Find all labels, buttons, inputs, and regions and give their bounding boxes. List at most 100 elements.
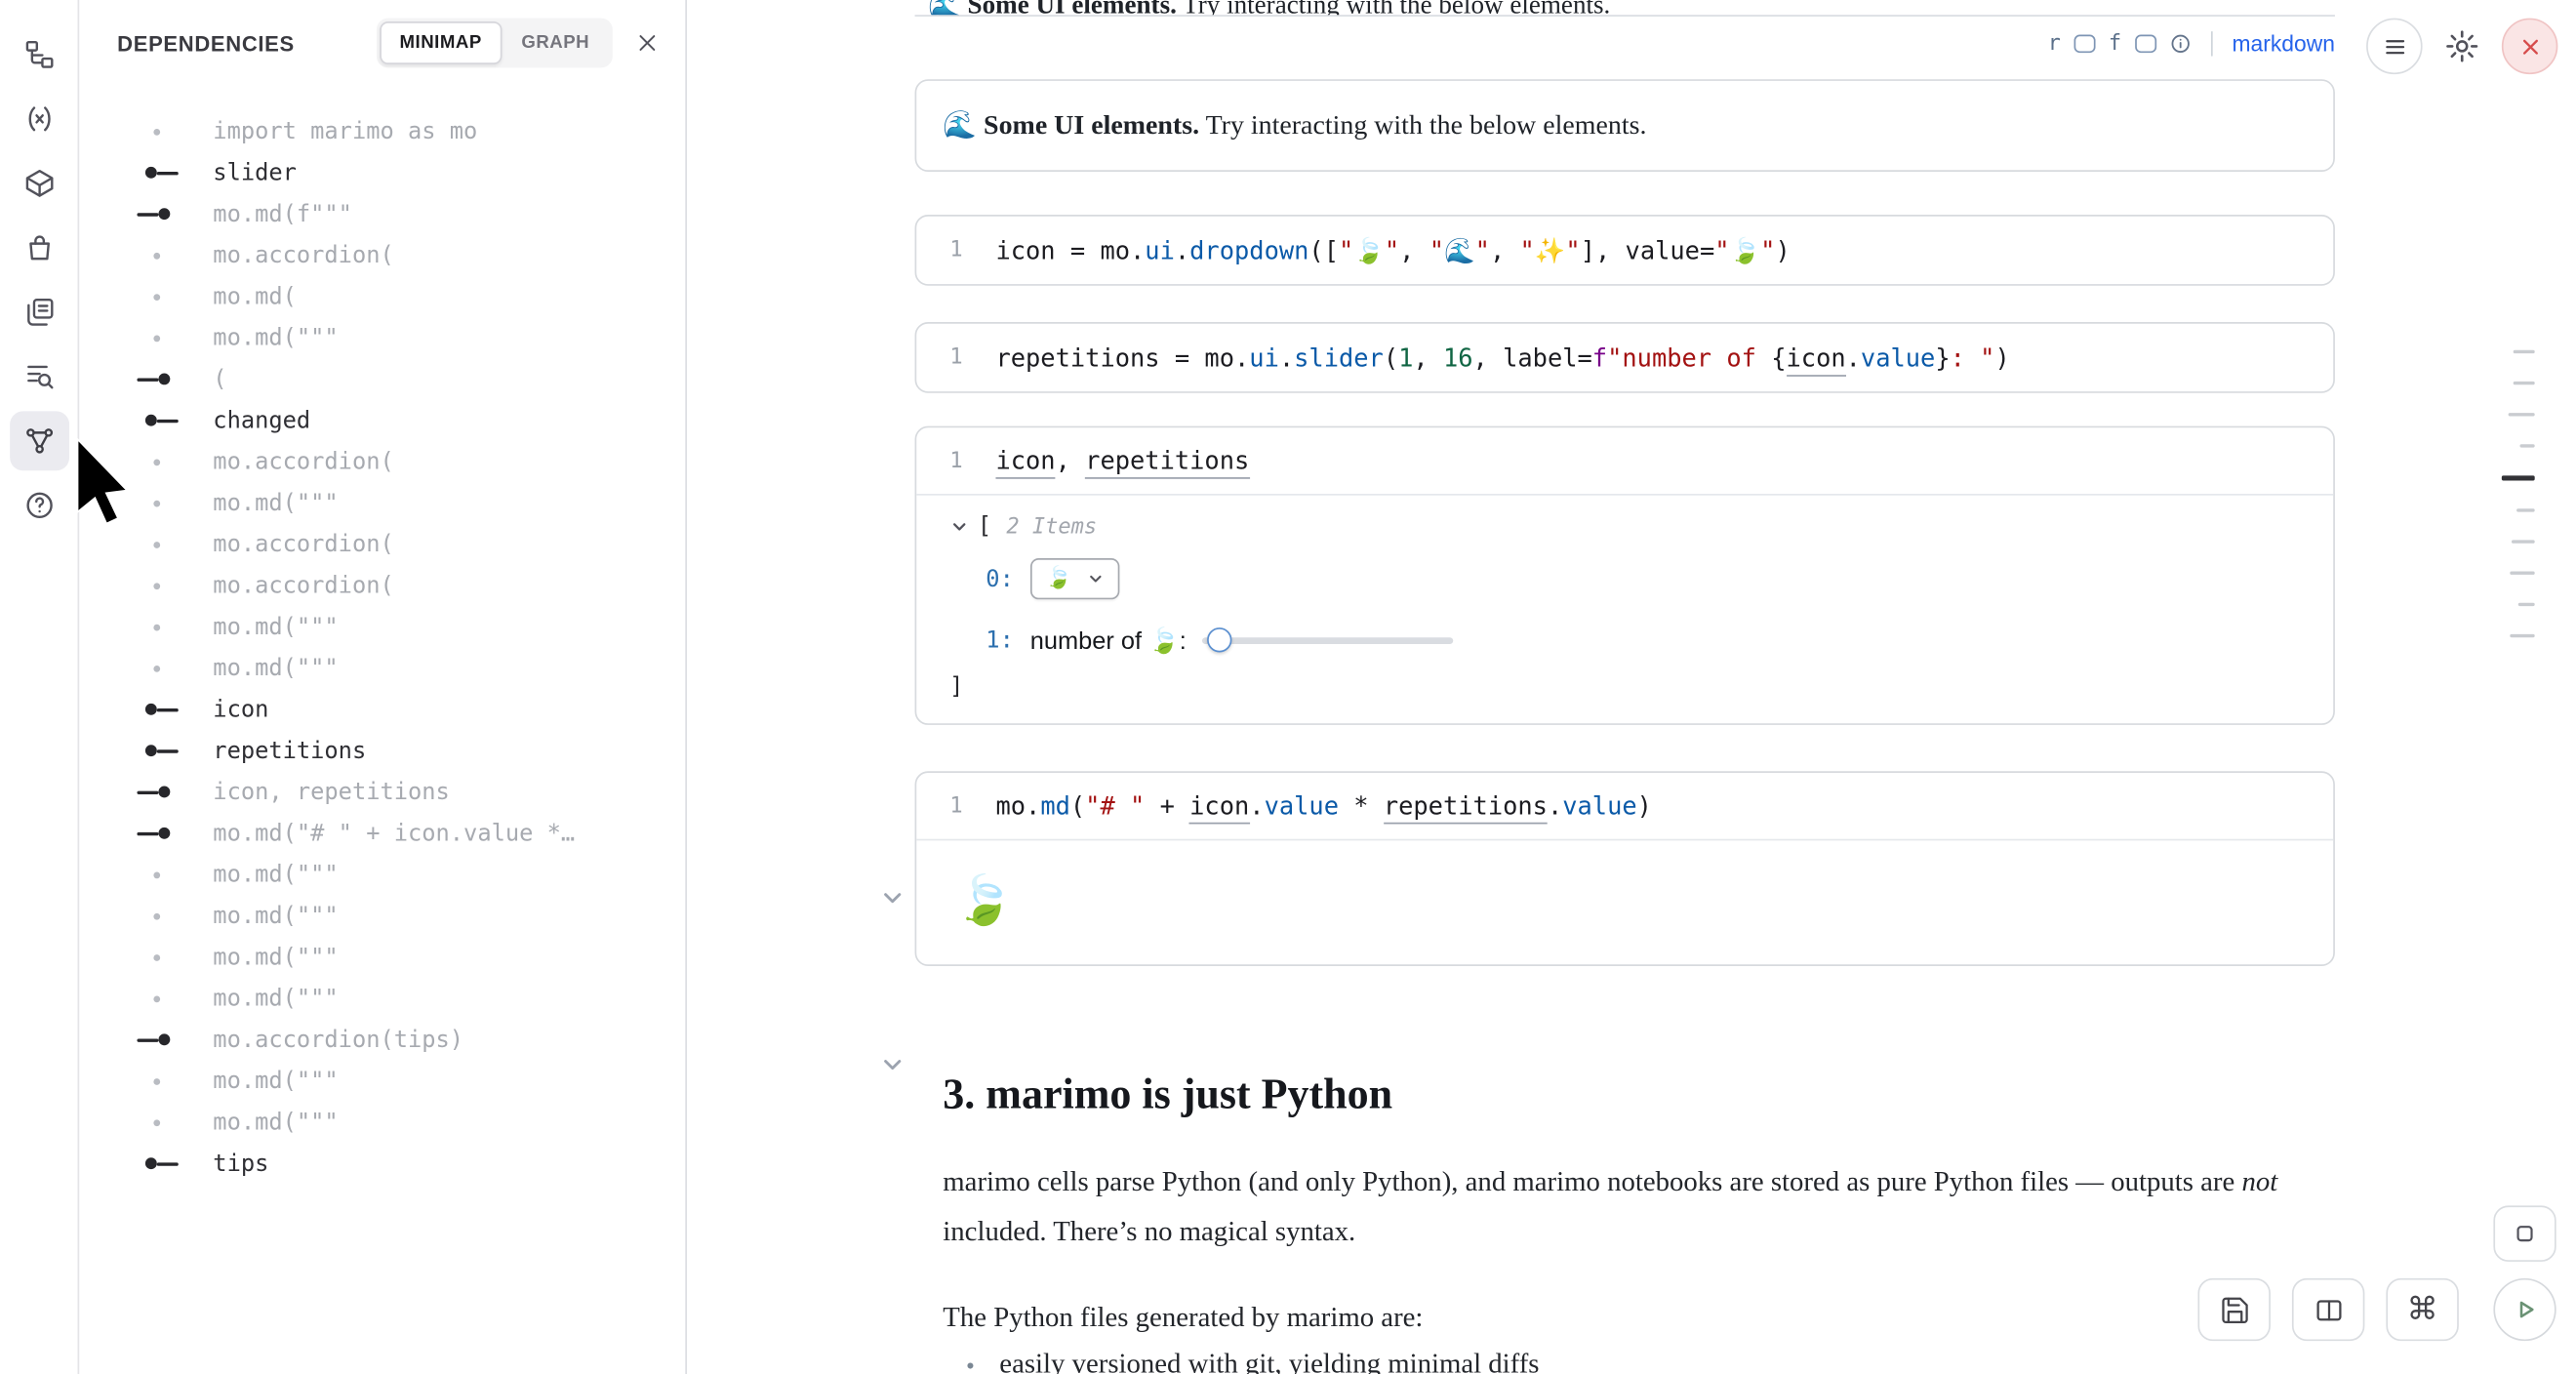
tree-key: 0:	[986, 566, 1014, 592]
code-cell-dropdown-def: 1 icon = mo.ui.dropdown(["🍃", "🌊", "✨"],…	[915, 215, 2335, 286]
shortcut-r-label: r	[2048, 31, 2061, 56]
minimap-cell-line[interactable]	[2514, 382, 2535, 384]
documentation-icon[interactable]	[9, 282, 68, 342]
dependency-item[interactable]: mo.accordion(	[81, 565, 685, 606]
tree-items-count: 2 Items	[1006, 514, 1097, 539]
tab-minimap[interactable]: MINIMAP	[380, 21, 502, 64]
shutdown-button[interactable]	[2502, 19, 2558, 75]
menu-button[interactable]	[2366, 19, 2423, 75]
logs-icon[interactable]	[9, 346, 68, 406]
dependency-item[interactable]: mo.md("""	[81, 482, 685, 523]
leaf-emoji: 🍃	[954, 873, 1014, 930]
list-item: • easily versioned with git, yielding mi…	[966, 1348, 1540, 1374]
dependency-item[interactable]: icon	[81, 689, 685, 730]
code-editor-line[interactable]: icon, repetitions	[995, 446, 1249, 475]
section-collapse-icon[interactable]	[875, 1047, 908, 1080]
dependency-item[interactable]: changed	[81, 400, 685, 441]
minimap-cell-line[interactable]	[2502, 475, 2535, 480]
dropdown-widget[interactable]: 🍃	[1030, 558, 1120, 599]
line-number: 1	[916, 793, 962, 818]
help-icon[interactable]	[9, 475, 68, 535]
fold-toggle-icon[interactable]	[2135, 35, 2156, 54]
tree-key: 1:	[986, 626, 1014, 653]
minimap-cell-line[interactable]	[2512, 540, 2535, 543]
keyboard-shortcuts-button[interactable]: ⌘	[2386, 1278, 2458, 1341]
dependency-item[interactable]: mo.accordion(	[81, 441, 685, 482]
dependency-item[interactable]: repetitions	[81, 730, 685, 771]
play-icon	[2509, 1293, 2542, 1326]
dependency-item[interactable]: mo.md("""	[81, 978, 685, 1019]
minimap-cell-line[interactable]	[2519, 444, 2534, 447]
dependency-item[interactable]: slider	[81, 152, 685, 193]
cell-toolbar: r f markdown	[915, 31, 2335, 56]
run-cell-button[interactable]	[2493, 1278, 2556, 1341]
dependency-item[interactable]: mo.md("""	[81, 1102, 685, 1143]
minimap-cell-line[interactable]	[2510, 634, 2534, 637]
dependency-item[interactable]: mo.md("""	[81, 606, 685, 647]
line-number: 1	[916, 345, 962, 370]
minimap-cell-line[interactable]	[2510, 572, 2534, 575]
slider-widget[interactable]	[1203, 636, 1454, 643]
dependency-item[interactable]: tips	[81, 1143, 685, 1184]
layout-button[interactable]	[2292, 1278, 2364, 1341]
dependency-item[interactable]: (	[81, 358, 685, 399]
toolbar-divider	[2211, 31, 2213, 56]
slider-thumb[interactable]	[1208, 626, 1232, 651]
shortcut-f-label: f	[2109, 31, 2121, 56]
panel-title: DEPENDENCIES	[117, 30, 295, 55]
dependency-item[interactable]: mo.md("""	[81, 647, 685, 688]
code-cell-tuple: 1 icon, repetitions [ 2 Items 0: 🍃	[915, 426, 2335, 725]
close-panel-button[interactable]	[629, 24, 665, 61]
dependency-item[interactable]: mo.md("# " + icon.value *…	[81, 813, 685, 854]
save-button[interactable]	[2197, 1278, 2270, 1341]
dependency-item[interactable]: import marimo as mo	[81, 110, 685, 151]
chevron-down-icon	[1087, 570, 1106, 588]
markdown-output-cell: 🌊 Some UI elements. Try interacting with…	[915, 79, 2335, 172]
minimap-cell-line[interactable]	[2509, 413, 2535, 416]
info-icon[interactable]	[2169, 33, 2191, 55]
dependency-item[interactable]: mo.md("""	[81, 1060, 685, 1101]
dependency-item[interactable]: mo.md("""	[81, 937, 685, 978]
code-snippets-icon[interactable]	[9, 89, 68, 148]
dependencies-icon[interactable]	[9, 411, 68, 470]
settings-button[interactable]	[2434, 19, 2490, 75]
dependency-item[interactable]: mo.md("""	[81, 895, 685, 936]
tab-graph[interactable]: GRAPH	[502, 21, 609, 64]
dependency-list: import marimo as moslidermo.md(f"""mo.ac…	[81, 86, 685, 1184]
output-collapse-icon[interactable]	[875, 880, 908, 913]
minimap-cell-line[interactable]	[2518, 603, 2535, 606]
tree-open-bracket: [	[978, 513, 991, 540]
marimo-app: DEPENDENCIES MINIMAP GRAPH import marimo…	[0, 0, 2576, 1374]
reveal-toggle-icon[interactable]	[2073, 35, 2095, 54]
minimize-panel-button[interactable]	[2493, 1205, 2556, 1262]
code-editor-line[interactable]: icon = mo.ui.dropdown(["🍃", "🌊", "✨"], v…	[995, 235, 1790, 264]
dropdown-value: 🍃	[1045, 566, 1071, 590]
code-cell-slider-def: 1 repetitions = mo.ui.slider(1, 16, labe…	[915, 322, 2335, 393]
dependency-item[interactable]: mo.md(f"""	[81, 193, 685, 234]
dependency-item[interactable]: mo.accordion(	[81, 234, 685, 275]
close-icon	[2517, 34, 2542, 59]
dependency-item[interactable]: mo.accordion(	[81, 523, 685, 564]
line-number: 1	[916, 238, 962, 263]
dependency-item[interactable]: mo.md("""	[81, 317, 685, 358]
slider-label: number of 🍃:	[1030, 626, 1187, 655]
minimap-cell-line[interactable]	[2514, 350, 2535, 353]
code-editor-line[interactable]: mo.md("# " + icon.value * repetitions.va…	[995, 791, 1651, 821]
tree-collapse-icon[interactable]	[949, 517, 969, 537]
clipped-rest-text: Try interacting with the below elements.	[1177, 0, 1610, 17]
dependency-item[interactable]: mo.md("""	[81, 854, 685, 895]
scratchpad-icon[interactable]	[9, 218, 68, 277]
language-mode-button[interactable]: markdown	[2233, 31, 2335, 56]
dependency-item[interactable]: mo.md(	[81, 276, 685, 317]
markdown-output-text: 🌊 Some UI elements. Try interacting with…	[943, 109, 1646, 142]
minimap-cell-line[interactable]	[2516, 508, 2535, 511]
tree-output: [ 2 Items 0: 🍃 1: number of 🍃: ]	[916, 496, 2333, 701]
code-editor-line[interactable]: repetitions = mo.ui.slider(1, 16, label=…	[995, 343, 2009, 372]
dependency-item[interactable]: mo.accordion(tips)	[81, 1019, 685, 1060]
dependency-item[interactable]: icon, repetitions	[81, 771, 685, 812]
packages-icon[interactable]	[9, 153, 68, 213]
file-tree-icon[interactable]	[9, 24, 68, 84]
line-number: 1	[916, 448, 962, 472]
tree-close-bracket: ]	[949, 673, 2333, 700]
save-icon	[2219, 1294, 2250, 1325]
